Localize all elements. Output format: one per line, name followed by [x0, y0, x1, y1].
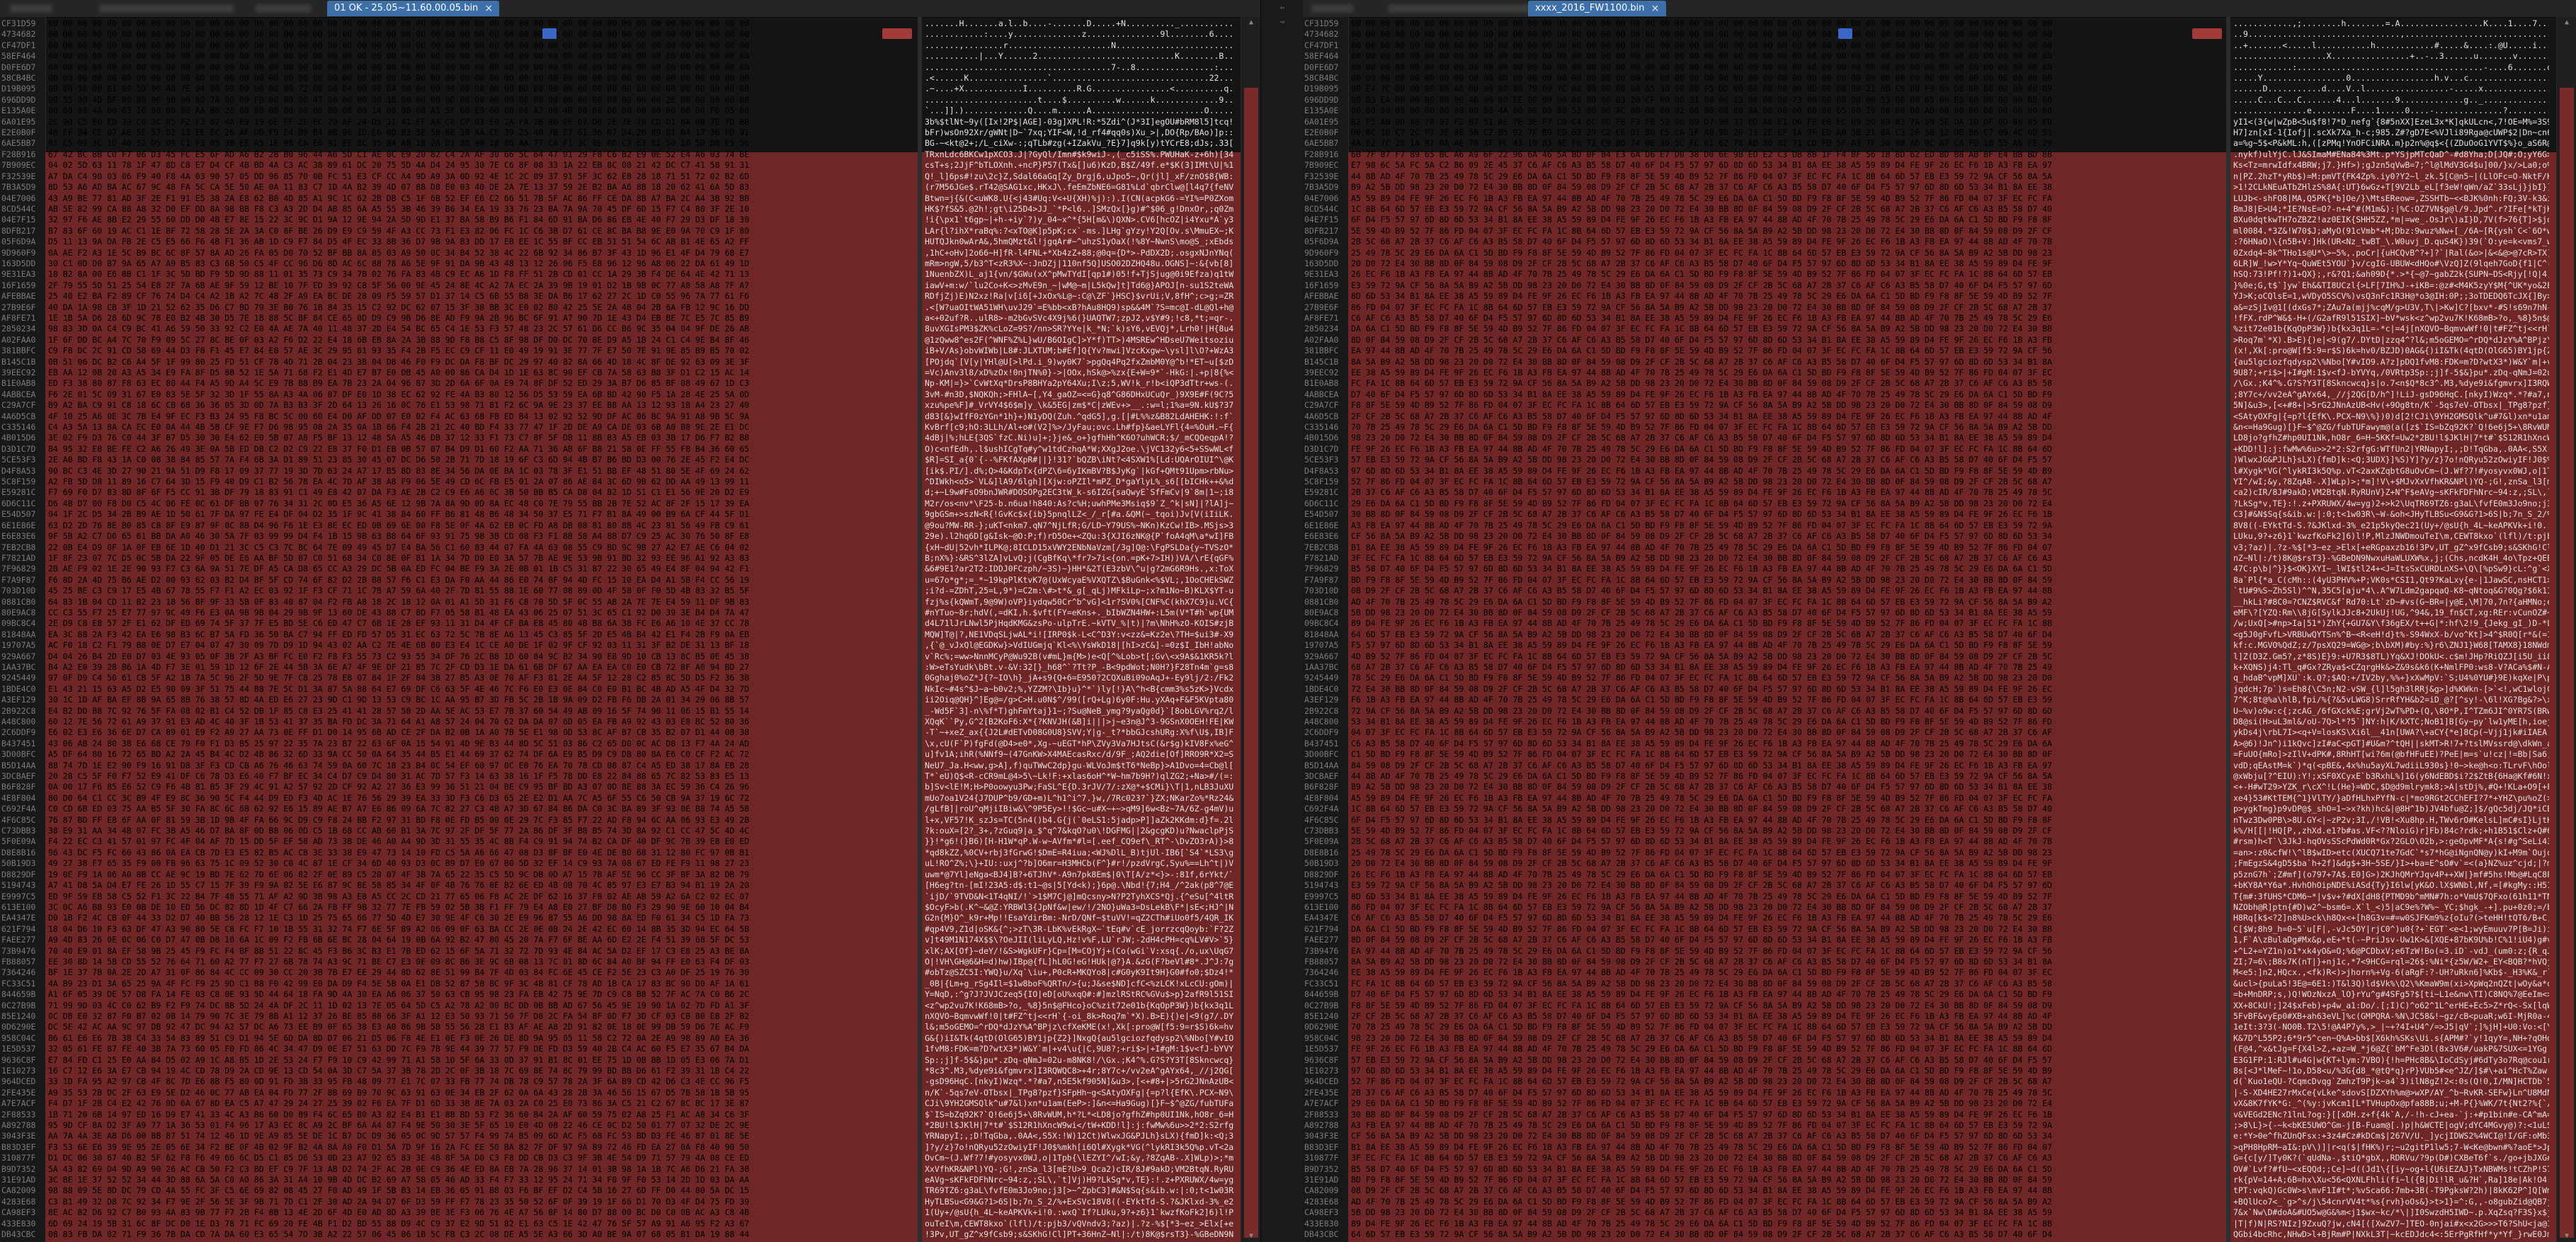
blurred-tab[interactable]	[10, 4, 52, 13]
previous-difference-icon[interactable]: ⇦	[1272, 1, 1292, 14]
right-diff-map	[2560, 88, 2574, 1238]
close-icon[interactable]: ×	[484, 1, 494, 16]
left-tab-label: 01 OK - 25.05~11.60.00.05.bin	[334, 3, 479, 13]
right-hex-bytes[interactable]: 00 00 00 00 00 00 00 00 00 00 00 00 00 0…	[1348, 17, 2226, 1242]
center-toolbar: ⇦ ⇨	[1260, 0, 1304, 1242]
scroll-up-icon[interactable]: ▲	[1241, 17, 1260, 28]
right-offset-gutter: CF31D59 4734682 CF47DF1 58EF464 D0FE6D7 …	[1303, 17, 1349, 1242]
scroll-up-icon[interactable]: ▲	[2557, 17, 2576, 28]
right-ascii-column[interactable]: ............,;........h........=.A......…	[2230, 17, 2549, 1242]
right-tab-label: xxxx_2016_FW1100.bin	[1535, 3, 1645, 13]
left-offset-gutter: CF31D59 4734682 CF47DF1 58EF464 D0FE6D7 …	[0, 17, 46, 1242]
right-blue-cursor	[1838, 28, 1852, 39]
close-icon[interactable]: ×	[1651, 1, 1660, 16]
right-active-tab[interactable]: xxxx_2016_FW1100.bin ×	[1528, 1, 1666, 16]
left-scrollbar[interactable]: ▲ ▼	[1241, 17, 1260, 1242]
right-red-cursor	[2192, 28, 2222, 39]
blurred-tab[interactable]	[1311, 4, 1354, 13]
left-ascii-column[interactable]: .......H.......a.l..b....-.......D.....+…	[922, 17, 1233, 1242]
right-tab-bar: xxxx_2016_FW1100.bin ×	[1303, 0, 2576, 18]
blurred-tab[interactable]	[1388, 4, 1529, 13]
blurred-tab[interactable]	[99, 4, 234, 13]
scroll-down-icon[interactable]: ▼	[1241, 1231, 1260, 1242]
next-difference-icon[interactable]: ⇨	[1272, 16, 1292, 28]
offset-column: CF31D59 4734682 CF47DF1 58EF464 D0FE6D7 …	[1304, 18, 1339, 1240]
offset-column: CF31D59 4734682 CF47DF1 58EF464 D0FE6D7 …	[1, 18, 36, 1240]
left-red-cursor	[882, 28, 912, 39]
left-tab-bar: 01 OK - 25.05~11.60.00.05.bin ×	[0, 0, 1260, 18]
left-blue-cursor	[542, 28, 557, 39]
scroll-down-icon[interactable]: ▼	[2557, 1231, 2576, 1242]
left-hex-pane[interactable]: 01 OK - 25.05~11.60.00.05.bin × CF31D59 …	[0, 0, 1260, 1242]
right-scrollbar[interactable]: ▲ ▼	[2556, 17, 2576, 1242]
left-hex-bytes[interactable]: 00 00 00 00 00 00 00 00 00 00 00 00 00 0…	[45, 17, 916, 1242]
right-hex-pane[interactable]: xxxx_2016_FW1100.bin × CF31D59 4734682 C…	[1303, 0, 2576, 1242]
left-diff-map	[1244, 88, 1258, 1238]
blurred-tab[interactable]	[255, 4, 312, 13]
left-active-tab[interactable]: 01 OK - 25.05~11.60.00.05.bin ×	[327, 1, 500, 16]
